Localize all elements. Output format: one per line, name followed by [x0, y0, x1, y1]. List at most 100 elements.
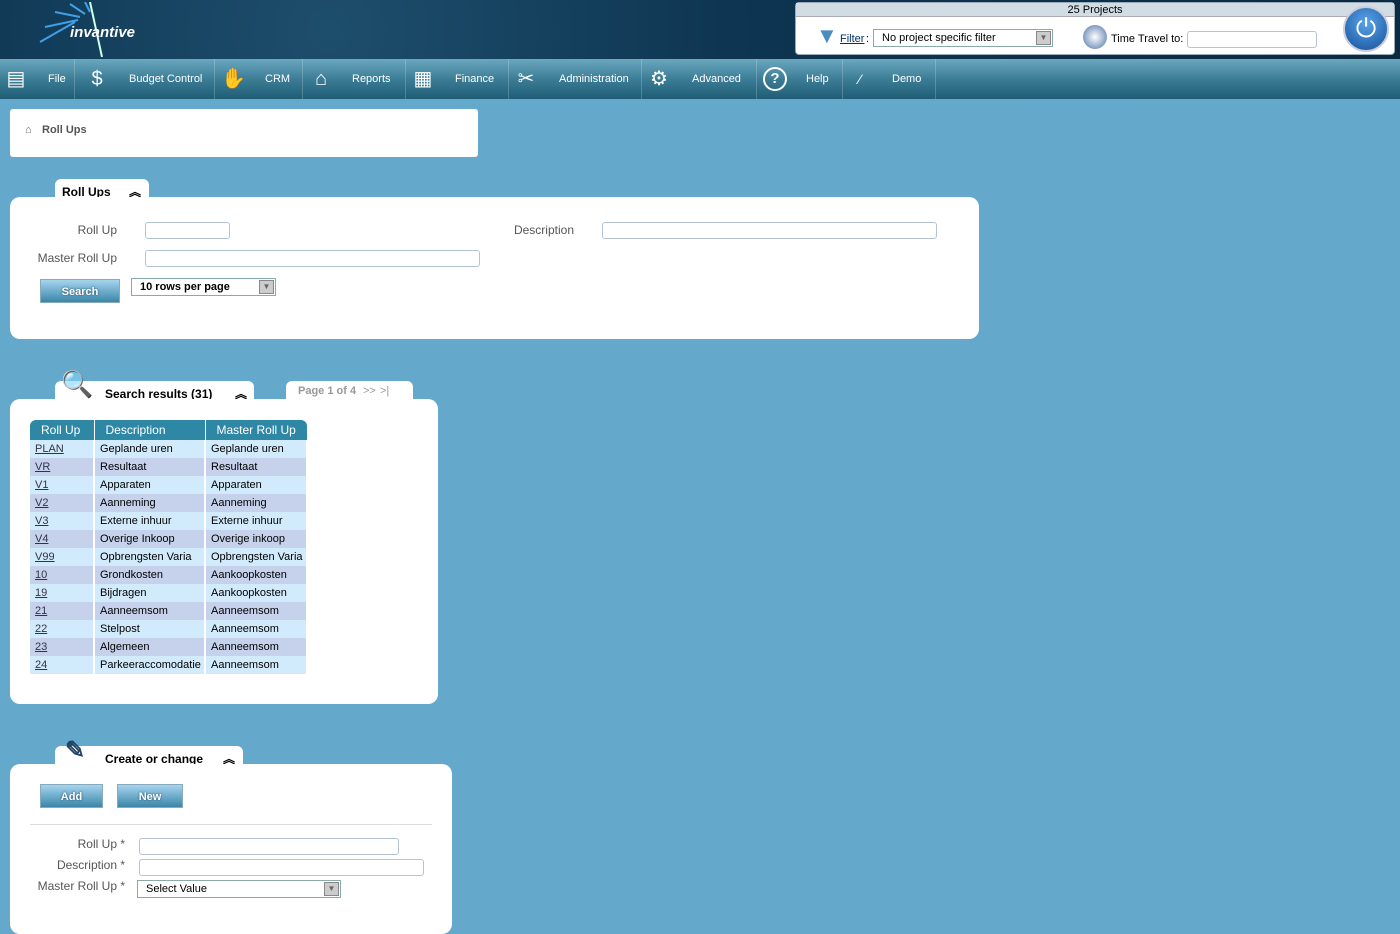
money-bag-icon: $	[91, 68, 103, 90]
cell-description: Externe inhuur	[94, 512, 206, 530]
cell-roll-up: VR	[30, 458, 95, 476]
divider	[30, 824, 432, 825]
tab-create-or-change[interactable]: ✎ Create or change ︽	[55, 737, 243, 766]
table-row: 21 Aanneemsom Aanneemsom	[30, 602, 308, 620]
roll-up-link[interactable]: V99	[35, 551, 55, 563]
roll-up-link[interactable]: V1	[35, 479, 48, 491]
roll-up-link[interactable]: 21	[35, 605, 47, 617]
table-row: PLAN Geplande uren Geplande uren	[30, 440, 308, 458]
table-row: 22 Stelpost Aanneemsom	[30, 620, 308, 638]
project-filter-select[interactable]: No project specific filter ▼	[873, 29, 1053, 47]
roll-up-search-input[interactable]	[145, 222, 230, 239]
roll-up-link[interactable]: V2	[35, 497, 48, 509]
chevron-down-icon: ▼	[1036, 31, 1051, 45]
nav-help[interactable]: ? Help	[757, 59, 843, 99]
cell-master-roll-up: Apparaten	[205, 476, 308, 494]
gears-icon: ⚙	[650, 68, 668, 90]
roll-up-link[interactable]: 19	[35, 587, 47, 599]
main-nav: ▤ File $ Budget Control ✋ CRM ⌂ Reports ▦ Fin…	[0, 59, 1400, 99]
master-roll-up-label: Master Roll Up *	[37, 879, 125, 893]
home-icon[interactable]: ⌂	[25, 124, 32, 136]
cell-description: Bijdragen	[94, 584, 206, 602]
table-row: 10 Grondkosten Aankoopkosten	[30, 566, 308, 584]
cell-roll-up: 21	[30, 602, 95, 620]
cell-description: Opbrengsten Varia	[94, 548, 206, 566]
search-panel: Roll Up Description Master Roll Up Searc…	[10, 197, 979, 339]
help-icon: ?	[763, 67, 787, 91]
cell-roll-up: 23	[30, 638, 95, 656]
filter-value: No project specific filter	[882, 32, 996, 44]
rows-per-page-select[interactable]: 10 rows per page ▼	[131, 278, 276, 296]
filter-link[interactable]: Filter	[840, 33, 864, 45]
column-header-roll-up[interactable]: Roll Up	[30, 420, 95, 440]
nav-crm[interactable]: ✋ CRM	[215, 59, 303, 99]
master-roll-up-select[interactable]: Select Value ▼	[137, 880, 341, 898]
create-panel: Add New Roll Up * Description * Master R…	[10, 764, 452, 934]
logo-text: invantive	[70, 24, 136, 41]
power-icon[interactable]: ⏻	[1343, 6, 1389, 52]
new-button[interactable]: New	[117, 784, 183, 808]
nav-demo[interactable]: ⁄ Demo	[843, 59, 936, 99]
cell-description: Aanneming	[94, 494, 206, 512]
column-header-master-roll-up[interactable]: Master Roll Up	[205, 420, 307, 440]
nav-administration[interactable]: ✂ Administration	[509, 59, 642, 99]
next-page-link[interactable]: >>	[363, 385, 376, 397]
nav-finance[interactable]: ▦ Finance	[406, 59, 509, 99]
breadcrumb-current: Roll Ups	[42, 124, 87, 136]
cell-description: Algemeen	[94, 638, 206, 656]
description-search-input[interactable]	[602, 222, 937, 239]
roll-up-link[interactable]: 23	[35, 641, 47, 653]
cell-master-roll-up: Aanneemsom	[205, 620, 308, 638]
time-travel-input[interactable]	[1187, 31, 1317, 48]
cell-master-roll-up: Overige inkoop	[205, 530, 308, 548]
description-label: Description *	[56, 858, 125, 872]
table-row: V3 Externe inhuur Externe inhuur	[30, 512, 308, 530]
column-header-description[interactable]: Description	[94, 420, 206, 440]
cell-roll-up: V3	[30, 512, 95, 530]
magnifier-icon: 🔍	[61, 369, 94, 399]
tab-roll-ups[interactable]: Roll Ups ︽	[55, 179, 149, 199]
cell-description: Geplande uren	[94, 440, 206, 458]
cell-roll-up: 24	[30, 656, 95, 674]
table-row: V4 Overige Inkoop Overige inkoop	[30, 530, 308, 548]
cell-description: Grondkosten	[94, 566, 206, 584]
description-input[interactable]	[139, 859, 424, 876]
roll-up-link[interactable]: PLAN	[35, 443, 64, 455]
cell-master-roll-up: Aanneemsom	[205, 638, 308, 656]
table-row: 19 Bijdragen Aankoopkosten	[30, 584, 308, 602]
search-button[interactable]: Search	[40, 279, 120, 303]
cell-description: Parkeeraccomodatie	[94, 656, 206, 674]
cell-roll-up: V99	[30, 548, 95, 566]
roll-up-label: Roll Up *	[77, 837, 125, 851]
table-row: V1 Apparaten Apparaten	[30, 476, 308, 494]
last-page-link[interactable]: >|	[380, 385, 389, 397]
cell-roll-up: PLAN	[30, 440, 95, 458]
chart-board-icon: ⌂	[314, 68, 328, 90]
cell-master-roll-up: Aankoopkosten	[205, 566, 308, 584]
tab-search-results[interactable]: 🔍 Search results (31) ︽	[55, 369, 254, 401]
nav-advanced[interactable]: ⚙ Advanced	[642, 59, 757, 99]
chevron-down-icon: ▼	[259, 280, 274, 294]
cell-description: Stelpost	[94, 620, 206, 638]
roll-up-link[interactable]: V3	[35, 515, 48, 527]
cell-roll-up: V4	[30, 530, 95, 548]
file-cabinet-icon: ▤	[6, 68, 26, 90]
nav-file[interactable]: ▤ File	[0, 59, 75, 99]
master-roll-up-search-input[interactable]	[145, 250, 480, 267]
pager: Page 1 of 4 >> >|	[286, 381, 413, 401]
nav-budget-control[interactable]: $ Budget Control	[75, 59, 215, 99]
cell-master-roll-up: Aankoopkosten	[205, 584, 308, 602]
nav-reports[interactable]: ⌂ Reports	[303, 59, 406, 99]
cell-description: Resultaat	[94, 458, 206, 476]
roll-up-link[interactable]: 10	[35, 569, 47, 581]
filter-icon: ▼	[816, 23, 838, 48]
add-button[interactable]: Add	[40, 784, 103, 808]
time-travel-label: Time Travel to:	[1111, 33, 1184, 45]
roll-up-link[interactable]: 24	[35, 659, 47, 671]
roll-up-link[interactable]: 22	[35, 623, 47, 635]
cell-description: Apparaten	[94, 476, 206, 494]
roll-up-input[interactable]	[139, 838, 399, 855]
roll-up-link[interactable]: VR	[35, 461, 50, 473]
roll-up-link[interactable]: V4	[35, 533, 48, 545]
roll-up-label: Roll Up	[77, 223, 117, 237]
